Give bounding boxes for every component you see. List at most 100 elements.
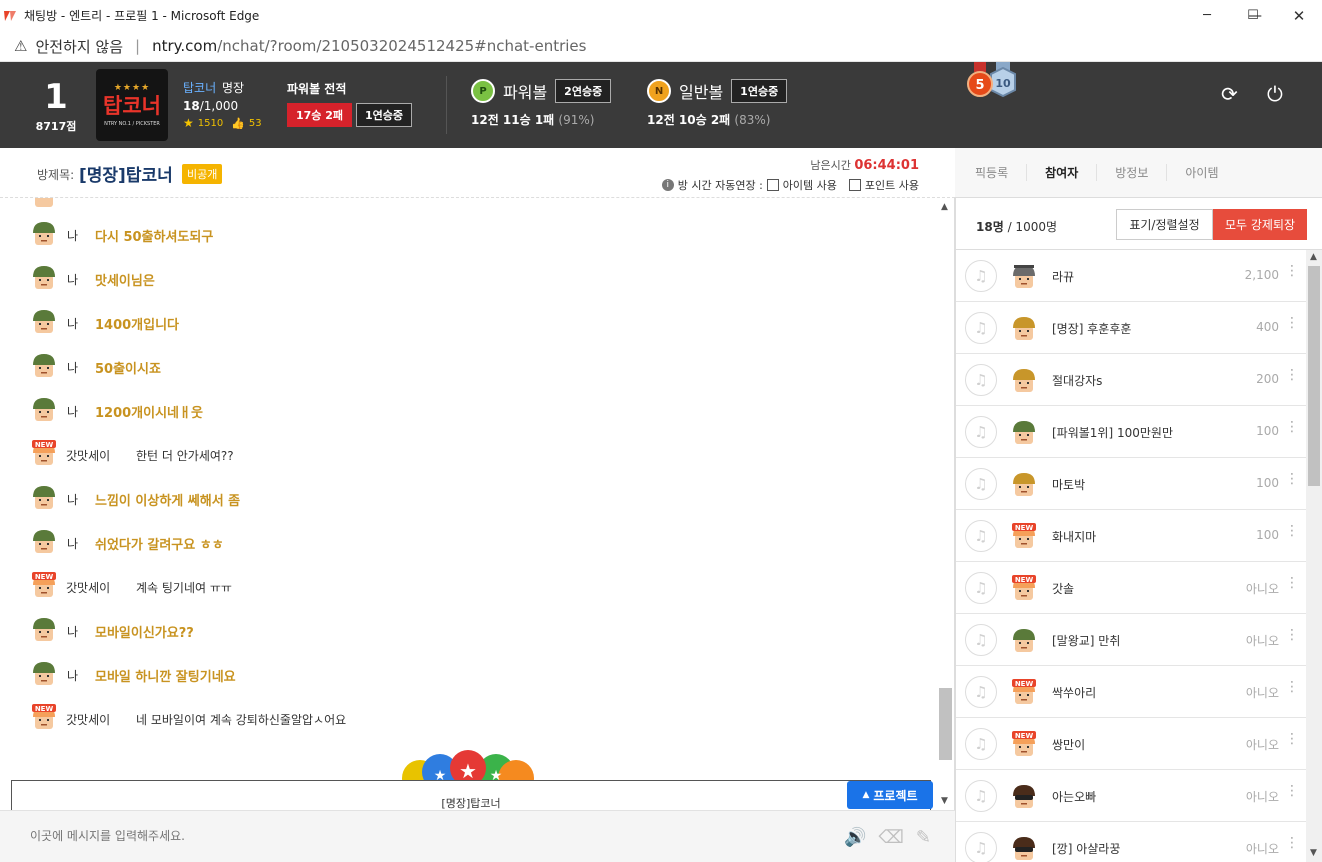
scroll-down-icon[interactable]: ▼ (941, 796, 948, 806)
pick-status-icon: ♫ (965, 364, 997, 396)
avatar[interactable] (30, 527, 58, 559)
more-options-icon[interactable]: ⋮ (1285, 368, 1299, 382)
message-nick[interactable]: 나 (67, 491, 95, 508)
pick-status-icon: ♫ (965, 468, 997, 500)
tab-pick[interactable]: 픽등록 (955, 164, 1026, 181)
avatar: NEW (1010, 522, 1038, 550)
message-nick[interactable]: 나 (67, 359, 95, 376)
participant-row[interactable]: ♫ NEW 화내지마 100 ⋮ (956, 510, 1307, 562)
participant-row[interactable]: ♫ NEW 싹쑤아리 아니오 ⋮ (956, 666, 1307, 718)
kick-all-button[interactable]: 모두 강제퇴장 (1213, 209, 1307, 240)
tab-items[interactable]: 아이템 (1166, 164, 1236, 181)
speaker-icon[interactable]: 🔊 (844, 827, 866, 848)
more-options-icon[interactable]: ⋮ (1285, 680, 1299, 694)
more-options-icon[interactable]: ⋮ (1285, 784, 1299, 798)
chat-message: 나 느낌이 이상하게 쎄해서 좀 (30, 484, 240, 514)
more-options-icon[interactable]: ⋮ (1285, 316, 1299, 330)
more-options-icon[interactable]: ⋮ (1285, 732, 1299, 746)
record-streak: 1연승중 (356, 103, 413, 127)
project-button[interactable]: ▲ 프로젝트 (847, 781, 933, 809)
url-path: /nchat/?room/2105032024512425#nchat-entr… (217, 37, 587, 55)
participants-header: 18명 / 1000명 표기/정렬설정 모두 강제퇴장 (956, 198, 1322, 250)
game-summary: 12전 10승 2패 (647, 113, 731, 127)
item-use-checkbox[interactable] (766, 179, 779, 191)
message-nick[interactable]: 갓맛세이 (66, 711, 136, 728)
avatar[interactable] (30, 395, 58, 427)
more-options-icon[interactable]: ⋮ (1285, 524, 1299, 538)
participant-row[interactable]: ♫ 마토박 100 ⋮ (956, 458, 1307, 510)
chat-scrollbar[interactable]: ▲ ▼ (937, 198, 955, 810)
avatar (1010, 782, 1038, 810)
participant-value: 400 (1256, 320, 1279, 334)
address-bar[interactable]: ⚠ 안전하지 않음 | ntry.com/nchat/?room/2105032… (0, 31, 1322, 62)
message-text: 1400개입니다 (95, 317, 180, 333)
magic-wand-icon[interactable]: ✎ (916, 827, 931, 848)
avatar[interactable]: NEW (30, 439, 58, 471)
message-text: 모바일이신가요?? (95, 625, 194, 641)
close-icon[interactable]: ✕ (1276, 0, 1322, 31)
user-name[interactable]: 탑코너 (183, 81, 216, 95)
participant-row[interactable]: ♫ [말왕교] 만취 아니오 ⋮ (956, 614, 1307, 666)
tab-room-info[interactable]: 방정보 (1096, 164, 1166, 181)
message-nick[interactable]: 나 (67, 535, 95, 552)
minimize-icon[interactable]: ─ (1184, 0, 1230, 31)
user-info: 탑코너 명장 18/1,000 ★ 1510 👍 53 (183, 79, 262, 130)
point-use-checkbox[interactable] (848, 179, 861, 191)
avatar[interactable]: NEW (30, 571, 58, 603)
eraser-icon[interactable]: ⌫ (878, 827, 903, 848)
remaining-value: 06:44:01 (854, 158, 919, 173)
message-nick[interactable]: 나 (67, 623, 95, 640)
avatar[interactable] (30, 307, 58, 339)
avatar[interactable] (30, 659, 58, 691)
participant-row[interactable]: ♫ 라뀨 2,100 ⋮ (956, 250, 1307, 302)
message-nick[interactable]: 나 (67, 271, 95, 288)
more-options-icon[interactable]: ⋮ (1285, 628, 1299, 642)
maximize-icon[interactable]: ☐ (1230, 0, 1276, 31)
avatar[interactable] (30, 219, 58, 251)
message-nick[interactable]: 나 (67, 315, 95, 332)
window-titlebar: 채팅방 - 엔트리 - 프로필 1 - Microsoft Edge — (0, 0, 1322, 31)
project-button-label: 프로젝트 (873, 788, 918, 803)
tab-participants[interactable]: 참여자 (1026, 164, 1096, 181)
participant-name: [말왕교] 만취 (1052, 634, 1121, 648)
participant-row[interactable]: ♫ [깡] 아샬라꿍 아니오 ⋮ (956, 822, 1307, 862)
more-options-icon[interactable]: ⋮ (1285, 836, 1299, 850)
more-options-icon[interactable]: ⋮ (1285, 264, 1299, 278)
scroll-up-icon[interactable]: ▲ (941, 202, 948, 212)
participant-row[interactable]: ♫ NEW 갓솔 아니오 ⋮ (956, 562, 1307, 614)
scroll-down-icon[interactable]: ▼ (1310, 848, 1317, 858)
pick-status-icon: ♫ (965, 260, 997, 292)
avatar[interactable] (30, 615, 58, 647)
chat-scroll-thumb[interactable] (939, 688, 952, 760)
participants-scroll-thumb[interactable] (1308, 266, 1320, 486)
points-label: 8717점 (35, 120, 77, 133)
power-icon[interactable]: ⏻ (1267, 82, 1283, 106)
participant-row[interactable]: ♫ 아는오빠 아니오 ⋮ (956, 770, 1307, 822)
refresh-icon[interactable]: ⟳ (1221, 82, 1238, 106)
sort-settings-button[interactable]: 표기/정렬설정 (1116, 209, 1213, 240)
avatar[interactable] (30, 483, 58, 515)
message-nick[interactable]: 나 (67, 403, 95, 420)
participant-row[interactable]: ♫ [파워볼1위] 100만원만 100 ⋮ (956, 406, 1307, 458)
message-nick[interactable]: 갓맛세이 (66, 579, 136, 596)
more-options-icon[interactable]: ⋮ (1285, 576, 1299, 590)
participant-row[interactable]: ♫ 절대강자s 200 ⋮ (956, 354, 1307, 406)
participant-max: / 1000명 (1007, 220, 1058, 234)
thumbs-up-icon: 👍 (231, 116, 245, 130)
message-nick[interactable]: 나 (67, 227, 95, 244)
powerball-record: 파워볼 전적 17승 2패 1연승중 (287, 80, 413, 127)
chat-message: 나 다시 50출하셔도되구 (30, 220, 213, 250)
participant-name: [명장] 후훈후훈 (1052, 322, 1132, 336)
avatar[interactable] (30, 263, 58, 295)
avatar[interactable]: NEW (30, 703, 58, 735)
message-nick[interactable]: 갓맛세이 (66, 447, 136, 464)
avatar[interactable] (30, 351, 58, 383)
message-nick[interactable]: 나 (67, 667, 95, 684)
more-options-icon[interactable]: ⋮ (1285, 472, 1299, 486)
participant-row[interactable]: ♫ [명장] 후훈후훈 400 ⋮ (956, 302, 1307, 354)
participant-row[interactable]: ♫ NEW 쌍만이 아니오 ⋮ (956, 718, 1307, 770)
participants-scrollbar[interactable]: ▲ ▼ (1306, 250, 1322, 862)
message-input[interactable] (30, 825, 810, 847)
scroll-up-icon[interactable]: ▲ (1310, 252, 1317, 262)
more-options-icon[interactable]: ⋮ (1285, 420, 1299, 434)
